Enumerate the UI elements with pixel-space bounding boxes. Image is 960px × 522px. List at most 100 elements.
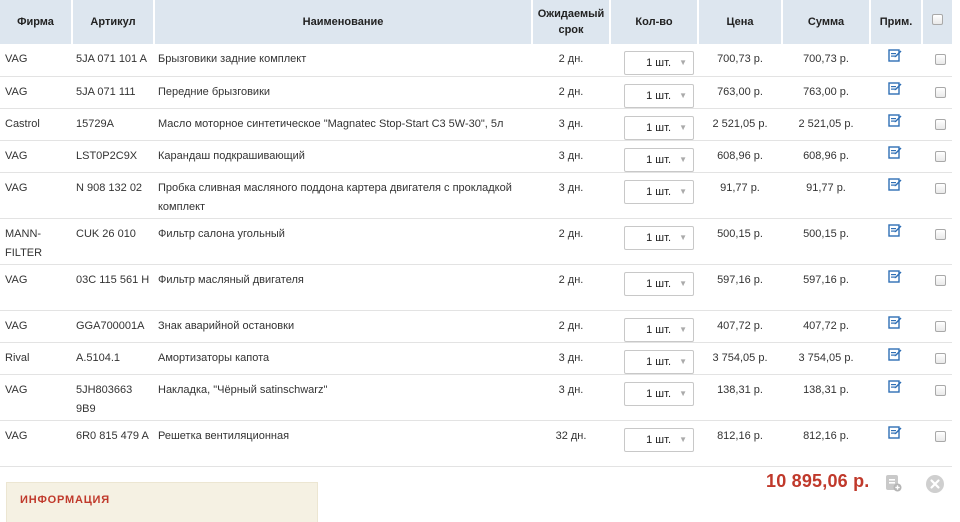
cell-qty: 1 шт. ▼ [610, 44, 698, 77]
table-row: Rival A.5104.1 Амортизаторы капота 3 дн. 1 ш… [0, 342, 952, 375]
row-checkbox[interactable] [935, 384, 946, 396]
cell-note [870, 108, 922, 141]
quantity-select[interactable]: 1 шт. ▼ [624, 83, 694, 108]
cell-note [870, 342, 922, 375]
cell-sum: 763,00 р. [782, 76, 870, 109]
cell-select [922, 374, 952, 421]
cell-expected-date: 3 дн. [532, 342, 610, 375]
edit-note-icon[interactable] [888, 223, 902, 237]
header-name: Наименование [154, 0, 533, 44]
table-row: VAG 5JA 071 101 A Брызговики задние компле… [0, 44, 952, 77]
cell-name: Амортизаторы капота [154, 342, 532, 375]
edit-note-icon[interactable] [888, 113, 902, 127]
header-article: Артикул [72, 0, 155, 44]
edit-note-icon[interactable] [888, 48, 902, 62]
cell-select [922, 218, 952, 265]
row-checkbox[interactable] [935, 182, 946, 194]
row-checkbox[interactable] [935, 274, 946, 286]
cell-firm: VAG [0, 310, 72, 343]
dropdown-arrow-icon: ▼ [679, 186, 687, 196]
cell-select [922, 342, 952, 375]
cell-qty: 1 шт. ▼ [610, 218, 698, 265]
cell-select [922, 44, 952, 77]
quantity-select[interactable]: 1 шт. ▼ [624, 381, 694, 406]
close-icon[interactable] [925, 474, 945, 494]
table-header-row: Фирма Артикул Наименование Ожидаемый срок… [0, 0, 952, 44]
info-panel[interactable]: ИНФОРМАЦИЯ [6, 482, 318, 522]
row-checkbox[interactable] [935, 320, 946, 332]
quantity-value: 1 шт. [646, 121, 671, 134]
cell-firm: Castrol [0, 108, 72, 141]
header-select-all [922, 0, 952, 44]
cell-name: Карандаш подкрашивающий [154, 140, 532, 173]
order-total: 10 895,06 р. [766, 471, 870, 491]
cell-price: 2 521,05 р. [698, 108, 782, 141]
cell-firm: MANN-FILTER [0, 218, 72, 265]
cell-select [922, 172, 952, 219]
cell-expected-date: 2 дн. [532, 44, 610, 77]
cell-qty: 1 шт. ▼ [610, 108, 698, 141]
dropdown-arrow-icon: ▼ [679, 388, 687, 398]
quantity-select[interactable]: 1 шт. ▼ [624, 225, 694, 250]
cell-firm: Rival [0, 342, 72, 375]
row-checkbox[interactable] [935, 118, 946, 130]
cell-expected-date: 2 дн. [532, 218, 610, 265]
quantity-select[interactable]: 1 шт. ▼ [624, 427, 694, 452]
cell-select [922, 264, 952, 311]
row-checkbox[interactable] [935, 86, 946, 98]
cell-article: A.5104.1 [72, 342, 154, 375]
edit-note-icon[interactable] [888, 81, 902, 95]
row-checkbox[interactable] [935, 54, 946, 65]
cell-select [922, 140, 952, 173]
quantity-value: 1 шт. [646, 323, 671, 336]
cell-name: Передние брызговики [154, 76, 532, 109]
row-checkbox[interactable] [935, 352, 946, 364]
quantity-select[interactable]: 1 шт. ▼ [624, 349, 694, 374]
quantity-select[interactable]: 1 шт. ▼ [624, 271, 694, 296]
add-document-icon[interactable] [884, 474, 902, 492]
table-row: VAG GGA700001A Знак аварийной остановки 2 д… [0, 310, 952, 343]
quantity-select[interactable]: 1 шт. ▼ [624, 179, 694, 204]
cell-select [922, 76, 952, 109]
cell-sum: 608,96 р. [782, 140, 870, 173]
row-checkbox[interactable] [935, 150, 946, 162]
table-row: Castrol 15729A Масло моторное синтетическо… [0, 108, 952, 141]
edit-note-icon[interactable] [888, 177, 902, 191]
quantity-select[interactable]: 1 шт. ▼ [624, 317, 694, 342]
cell-sum: 812,16 р. [782, 420, 870, 467]
cell-price: 597,16 р. [698, 264, 782, 311]
cell-note [870, 420, 922, 467]
table-row: MANN-FILTER CUK 26 010 Фильтр салона уголь… [0, 218, 952, 265]
cell-article: 15729A [72, 108, 154, 141]
quantity-select[interactable]: 1 шт. ▼ [624, 115, 694, 140]
table-row: VAG LST0P2C9X Карандаш подкрашивающий 3 дн.… [0, 140, 952, 173]
edit-note-icon[interactable] [888, 425, 902, 439]
cell-qty: 1 шт. ▼ [610, 76, 698, 109]
edit-note-icon[interactable] [888, 315, 902, 329]
row-checkbox[interactable] [935, 430, 946, 442]
quantity-select[interactable]: 1 шт. ▼ [624, 147, 694, 172]
cell-article: N 908 132 02 [72, 172, 154, 219]
cell-sum: 500,15 р. [782, 218, 870, 265]
edit-note-icon[interactable] [888, 347, 902, 361]
quantity-value: 1 шт. [646, 153, 671, 166]
cell-sum: 138,31 р. [782, 374, 870, 421]
row-checkbox[interactable] [935, 228, 946, 240]
cell-price: 500,15 р. [698, 218, 782, 265]
cell-name: Пробка сливная масляного поддона картера… [154, 172, 532, 219]
quantity-value: 1 шт. [646, 185, 671, 198]
edit-note-icon[interactable] [888, 269, 902, 283]
edit-note-icon[interactable] [888, 145, 902, 159]
table-row: VAG 5JA 071 111 Передние брызговики 2 дн. 1 … [0, 76, 952, 109]
edit-note-icon[interactable] [888, 379, 902, 393]
cell-price: 608,96 р. [698, 140, 782, 173]
cell-name: Решетка вентиляционная [154, 420, 532, 467]
cell-sum: 597,16 р. [782, 264, 870, 311]
cell-name: Масло моторное синтетическое "Magnatec S… [154, 108, 532, 141]
quantity-select[interactable]: 1 шт. ▼ [624, 51, 694, 75]
quantity-value: 1 шт. [646, 387, 671, 400]
select-all-checkbox[interactable] [932, 14, 943, 25]
cell-note [870, 44, 922, 77]
cell-article: GGA700001A [72, 310, 154, 343]
dropdown-arrow-icon: ▼ [679, 278, 687, 288]
